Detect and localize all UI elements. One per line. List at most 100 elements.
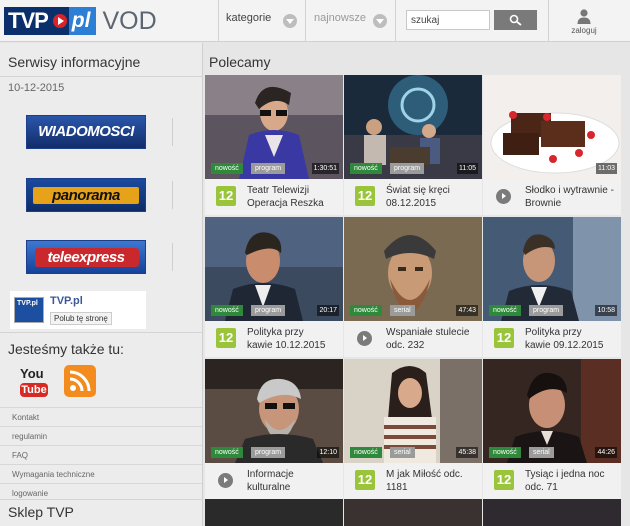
play-arrow-icon[interactable] (218, 473, 233, 488)
service-teleexpress[interactable]: teleexpress (26, 240, 146, 274)
video-tile-partial[interactable] (205, 499, 343, 526)
video-subtitle[interactable]: Operacja Reszka (247, 198, 324, 209)
type-badge: program (251, 163, 286, 174)
video-subtitle[interactable]: odc. 232 (386, 340, 424, 351)
type-badge: program (251, 305, 286, 316)
logo-vod: VOD (102, 7, 157, 35)
video-subtitle[interactable]: kulturalne (247, 482, 290, 493)
video-tile[interactable]: nowość program 1:30:51 12 Teatr Telewizj… (205, 75, 343, 215)
video-tile[interactable]: nowość serial 44:26 12 Tysiąc i jedna no… (483, 359, 621, 499)
play-arrow-icon[interactable] (496, 189, 511, 204)
new-badge: nowość (489, 447, 521, 458)
video-thumbnail[interactable]: nowość program 10:58 (483, 217, 621, 321)
video-subtitle[interactable]: Brownie (525, 198, 561, 209)
video-title[interactable]: Polityka przy (247, 327, 304, 338)
sidebar-link-contact[interactable]: Kontakt (0, 407, 202, 427)
chevron-down-icon[interactable] (283, 14, 297, 28)
video-tile[interactable]: nowość serial 47:43 Wspaniałe stulecie o… (344, 217, 482, 357)
channel-badge: 12 (216, 328, 236, 348)
sidebar: Serwisy informacyjne 10-12-2015 WIADOMOS… (0, 43, 202, 526)
tvp-logo[interactable]: TVP pl VOD (4, 6, 157, 36)
video-title[interactable]: Świat się kręci (386, 185, 450, 196)
nav-newest[interactable]: najnowsze (314, 12, 366, 24)
chevron-down-icon[interactable] (373, 14, 387, 28)
also-title: Jesteśmy także tu: (8, 341, 124, 357)
duration: 45:38 (456, 447, 478, 458)
video-subtitle[interactable]: 1181 (386, 482, 408, 493)
video-subtitle[interactable]: odc. 71 (525, 482, 558, 493)
video-title[interactable]: Tysiąc i jedna noc (525, 469, 605, 480)
type-badge: serial (390, 305, 415, 316)
service-panorama[interactable]: panorama (26, 178, 146, 212)
video-title[interactable]: Teatr Telewizji (247, 185, 309, 196)
facebook-widget[interactable]: TVP.pl TVP.pl Polub tę stronę (10, 291, 146, 329)
video-tile[interactable]: nowość serial 45:38 12 M jak Miłość odc.… (344, 359, 482, 499)
search-input[interactable] (406, 10, 490, 30)
service-label: panorama (52, 187, 120, 204)
fb-page-logo: TVP.pl (14, 297, 44, 323)
duration: 1:30:51 (311, 163, 339, 174)
sidebar-title: Serwisy informacyjne (8, 54, 141, 70)
video-tile[interactable]: nowość program 12:10 Informacje kultural… (205, 359, 343, 499)
video-title[interactable]: Polityka przy (525, 327, 582, 338)
sidebar-link-faq[interactable]: FAQ (0, 445, 202, 465)
sidebar-link-requirements[interactable]: Wymagania techniczne (0, 464, 202, 484)
video-subtitle[interactable]: 08.12.2015 (386, 198, 436, 209)
service-label: WIADOMOSCI (38, 123, 134, 140)
video-thumbnail[interactable]: nowość program 11:05 (344, 75, 482, 179)
video-title[interactable]: M jak Miłość odc. (386, 469, 463, 480)
fb-page-name[interactable]: TVP.pl (50, 295, 83, 307)
duration: 10:58 (595, 305, 617, 316)
channel-badge: 12 (494, 470, 514, 490)
sidebar-link-terms[interactable]: regulamin (0, 426, 202, 446)
divider (0, 76, 202, 77)
tvp-vod-page: TVP pl VOD kategorie najnowsze zaloguj (0, 0, 630, 526)
service-label: teleexpress (47, 249, 125, 266)
new-badge: nowość (211, 447, 243, 458)
video-tile[interactable]: nowość program 10:58 12 Polityka przy ka… (483, 217, 621, 357)
header: TVP pl VOD kategorie najnowsze zaloguj (0, 0, 630, 42)
new-badge: nowość (350, 163, 382, 174)
video-thumbnail[interactable]: nowość program 12:10 (205, 359, 343, 463)
youtube-you: You (20, 366, 44, 381)
video-thumbnail[interactable]: nowość serial 47:43 (344, 217, 482, 321)
video-thumbnail[interactable]: nowość program 1:30:51 (205, 75, 343, 179)
duration: 47:43 (456, 305, 478, 316)
type-badge: serial (529, 447, 554, 458)
type-badge: serial (390, 447, 415, 458)
divider (172, 118, 173, 146)
video-thumbnail[interactable]: nowość serial 44:26 (483, 359, 621, 463)
video-title[interactable]: Słodko i wytrawnie - (525, 185, 614, 196)
service-wiadomosci[interactable]: WIADOMOSCI (26, 115, 146, 149)
play-icon (50, 7, 69, 35)
duration: 44:26 (595, 447, 617, 458)
rss-icon[interactable] (64, 365, 96, 397)
video-thumbnail[interactable]: 11:03 (483, 75, 621, 179)
video-tile[interactable]: 11:03 Słodko i wytrawnie - Brownie (483, 75, 621, 215)
video-thumbnail[interactable]: nowość serial 45:38 (344, 359, 482, 463)
sidebar-link-login[interactable]: logowanie (0, 483, 202, 503)
type-badge: program (251, 447, 286, 458)
video-title[interactable]: Informacje (247, 469, 294, 480)
video-subtitle[interactable]: kawie 09.12.2015 (525, 340, 603, 351)
search-button[interactable] (494, 10, 537, 30)
rss-glyph (69, 370, 91, 392)
video-title[interactable]: Wspaniałe stulecie (386, 327, 469, 338)
video-thumbnail[interactable]: nowość program 20:17 (205, 217, 343, 321)
sidebar-date: 10-12-2015 (8, 82, 65, 94)
nav-categories[interactable]: kategorie (226, 12, 271, 24)
video-tile-partial[interactable] (483, 499, 621, 526)
channel-badge: 12 (355, 470, 375, 490)
duration: 11:03 (596, 163, 617, 174)
play-arrow-icon[interactable] (357, 331, 372, 346)
youtube-icon[interactable]: You Tube (20, 365, 48, 399)
channel-badge: 12 (216, 186, 236, 206)
main-title: Polecamy (209, 54, 271, 70)
video-tile-partial[interactable] (344, 499, 482, 526)
video-tile[interactable]: nowość program 20:17 12 Polityka przy ka… (205, 217, 343, 357)
login-button[interactable]: zaloguj (566, 8, 602, 35)
video-subtitle[interactable]: kawie 10.12.2015 (247, 340, 325, 351)
fb-like-button[interactable]: Polub tę stronę (50, 312, 112, 325)
video-tile[interactable]: nowość program 11:05 12 Świat się kręci … (344, 75, 482, 215)
duration: 12:10 (317, 447, 339, 458)
